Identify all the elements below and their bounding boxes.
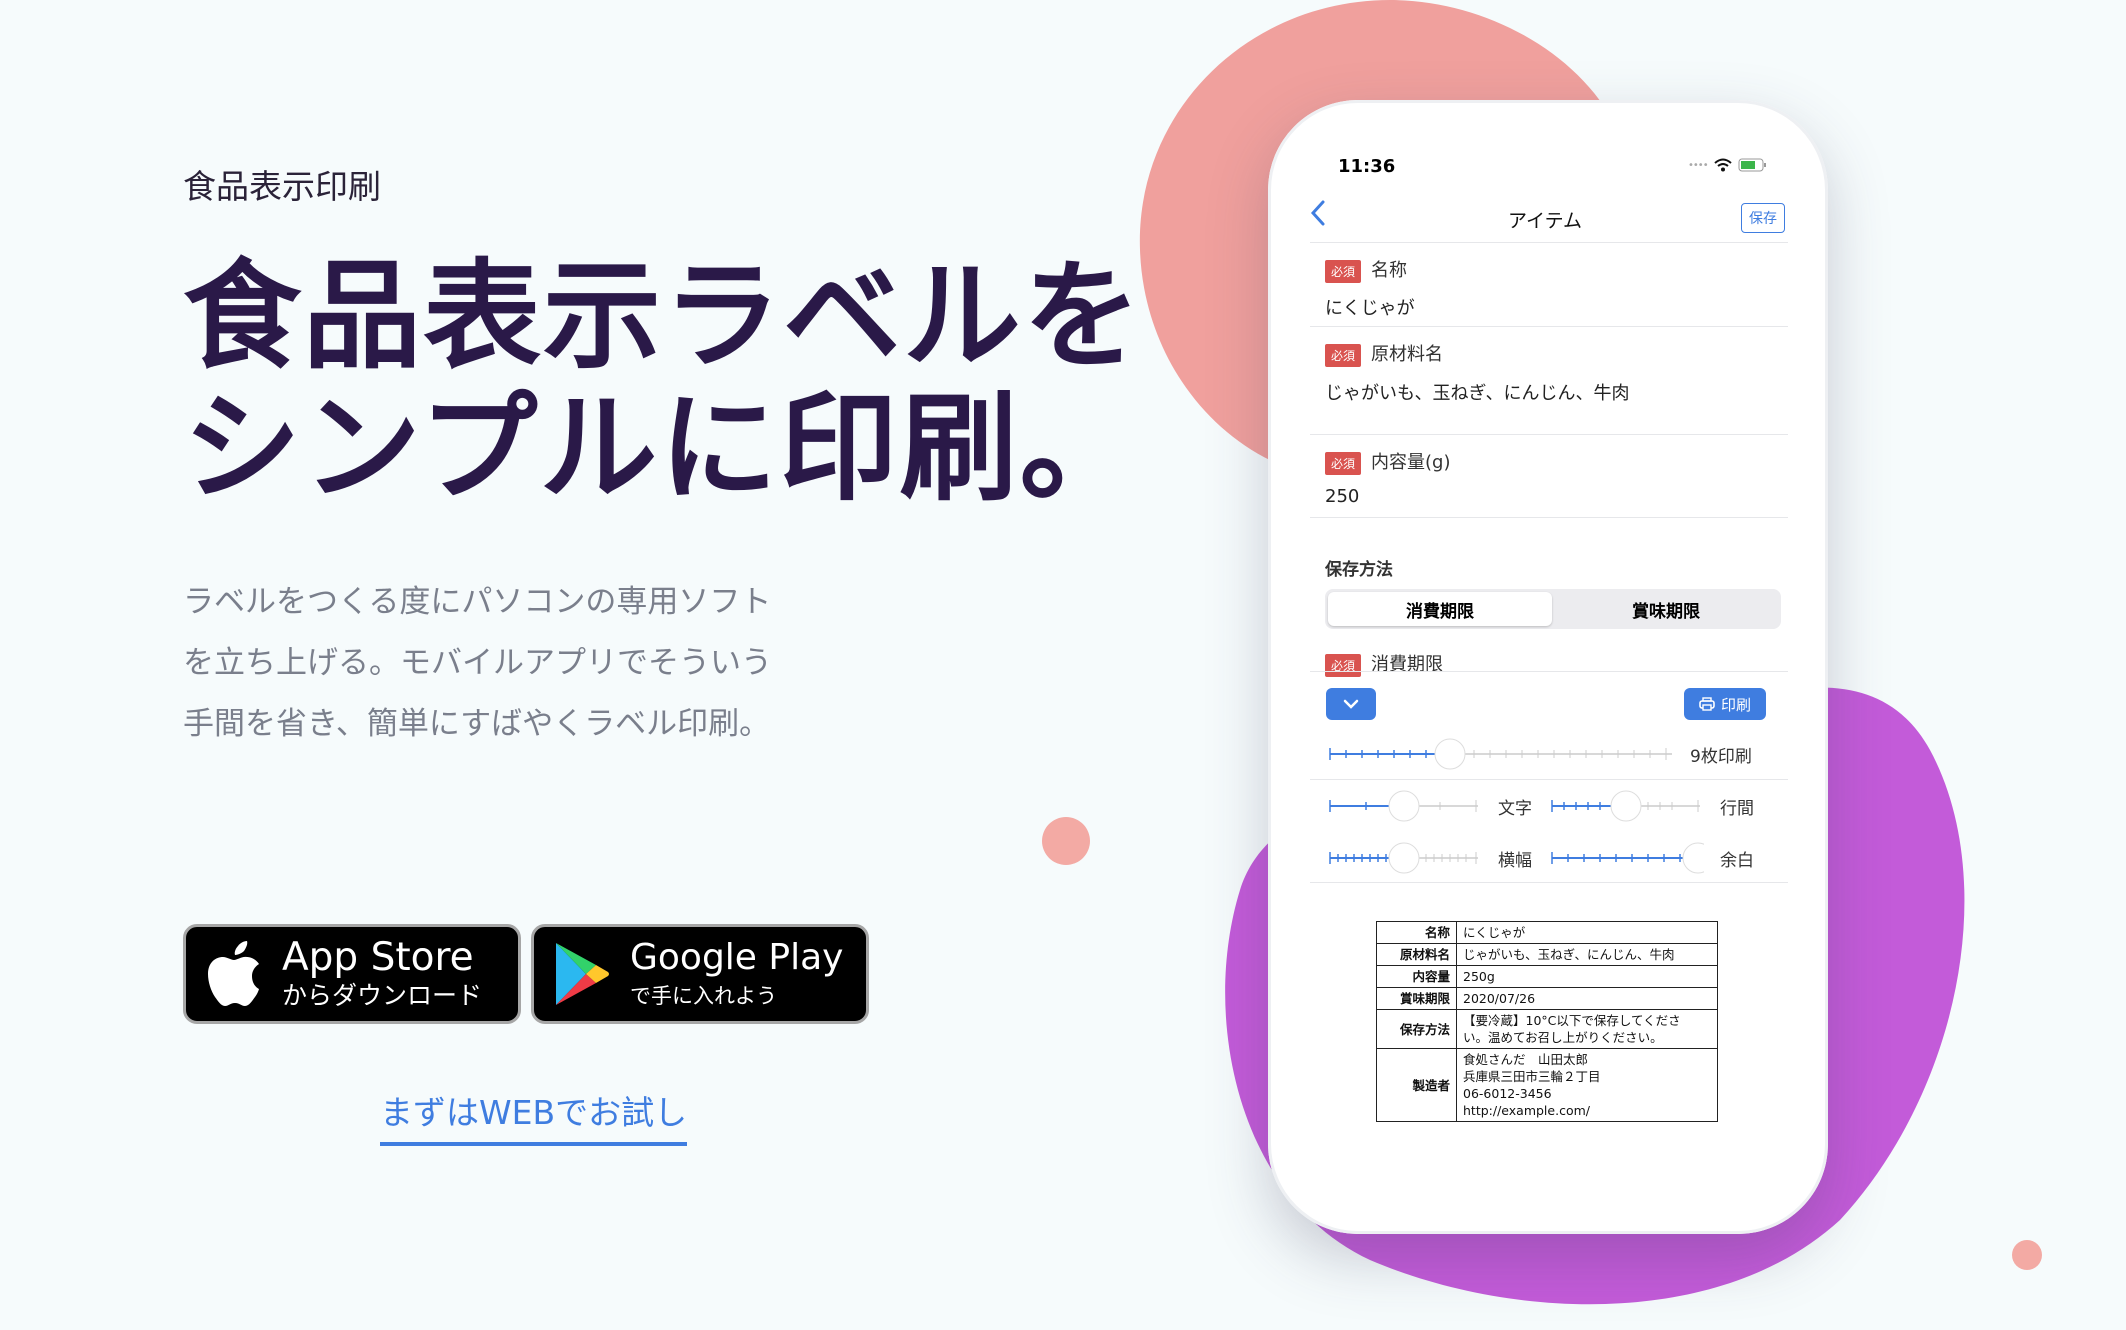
- app-store-title: App Store: [282, 935, 474, 980]
- text-size-slider[interactable]: [1326, 788, 1482, 824]
- wifi-icon: [1713, 158, 1732, 172]
- label-key: 製造者: [1376, 1048, 1457, 1122]
- margin-slider[interactable]: [1548, 840, 1704, 876]
- google-play-button[interactable]: Google Play で手に入れよう: [531, 924, 869, 1024]
- save-button[interactable]: 保存: [1741, 203, 1785, 233]
- label-value: 2020/07/26: [1456, 987, 1718, 1010]
- required-badge: 必須: [1325, 653, 1362, 677]
- label-row: 保存方法 【要冷蔵】10°C以下で保存してくださ い。温めてお召し上がりください。: [1376, 1009, 1718, 1049]
- label-value-line: 2020/07/26: [1463, 991, 1536, 1006]
- field-divider: [1310, 434, 1788, 435]
- label-row: 賞味期限 2020/07/26: [1376, 987, 1718, 1010]
- label-value-line: http://example.com/: [1463, 1103, 1590, 1118]
- pink-dot-corner: [2012, 1240, 2042, 1270]
- label-value-line: にくじゃが: [1463, 925, 1526, 940]
- field-divider: [1310, 517, 1788, 518]
- label-key: 賞味期限: [1376, 987, 1457, 1010]
- label-value-line: 250g: [1463, 969, 1495, 984]
- label-key: 名称: [1376, 921, 1457, 944]
- nav-title: アイテム: [1507, 210, 1583, 232]
- segment-consume-by[interactable]: 消費期限: [1328, 592, 1552, 626]
- status-icons: ••••: [1688, 158, 1768, 172]
- label-preview-table: 名称 にくじゃが 原材料名 じゃがいも、玉ねぎ、にんじん、牛肉 内容量 250g 賞味期限 2…: [1376, 921, 1718, 1122]
- label-row: 内容量 250g: [1376, 965, 1718, 988]
- expiry-type-segment[interactable]: 消費期限 賞味期限: [1325, 589, 1781, 629]
- width-label: 横幅: [1498, 851, 1532, 871]
- slider-divider: [1310, 779, 1788, 780]
- label-key: 内容量: [1376, 965, 1457, 988]
- google-play-subtitle: で手に入れよう: [630, 984, 777, 1008]
- google-play-title: Google Play: [630, 937, 844, 978]
- storage-label: 保存方法: [1325, 560, 1393, 580]
- content-field-value[interactable]: 250: [1325, 486, 1359, 507]
- label-value-line: 【要冷蔵】10°C以下で保存してくださ: [1463, 1013, 1681, 1028]
- line-spacing-label: 行間: [1720, 799, 1754, 819]
- required-badge: 必須: [1325, 451, 1362, 475]
- hero-eyebrow: 食品表示印刷: [183, 167, 381, 206]
- label-value: 【要冷蔵】10°C以下で保存してくださ い。温めてお召し上がりください。: [1456, 1009, 1718, 1049]
- app-store-button[interactable]: App Store からダウンロード: [183, 924, 521, 1024]
- ingredients-field-value[interactable]: じゃがいも、玉ねぎ、にんじん、牛肉: [1325, 379, 1630, 405]
- print-button[interactable]: 印刷: [1684, 688, 1766, 720]
- ingredients-field-label: 必須 原材料名: [1325, 340, 1443, 367]
- label-key: 原材料名: [1376, 943, 1457, 966]
- label-value: 250g: [1456, 965, 1718, 988]
- field-divider: [1310, 671, 1788, 672]
- margin-label: 余白: [1720, 851, 1754, 871]
- battery-icon: [1738, 158, 1766, 172]
- slider-divider: [1310, 882, 1788, 883]
- collapse-button[interactable]: [1326, 688, 1376, 720]
- label-value-line: じゃがいも、玉ねぎ、にんじん、牛肉: [1463, 947, 1675, 962]
- apple-logo-icon: [186, 927, 282, 1021]
- label-row: 原材料名 じゃがいも、玉ねぎ、にんじん、牛肉: [1376, 943, 1718, 966]
- segment-best-before[interactable]: 賞味期限: [1554, 592, 1778, 626]
- print-count-label: 9枚印刷: [1690, 747, 1752, 767]
- google-play-logo-icon: [534, 927, 630, 1021]
- label-row: 製造者 食処さんだ 山田太郎 兵庫県三田市三輪２丁目 06-6012-3456 http…: [1376, 1048, 1718, 1122]
- printer-icon: [1699, 697, 1715, 711]
- text-size-label: 文字: [1498, 799, 1532, 819]
- field-divider: [1310, 326, 1788, 327]
- hero-title: 食品表示ラベルを シンプルに印刷。: [183, 247, 1144, 517]
- print-count-slider[interactable]: [1326, 736, 1676, 772]
- content-field-label: 必須 内容量(g): [1325, 448, 1451, 475]
- width-slider[interactable]: [1326, 840, 1482, 876]
- label-key: 保存方法: [1376, 1009, 1457, 1049]
- label-row: 名称 にくじゃが: [1376, 921, 1718, 944]
- print-button-label: 印刷: [1720, 695, 1751, 714]
- nav-divider: [1310, 242, 1788, 243]
- line-spacing-slider[interactable]: [1548, 788, 1704, 824]
- back-chevron-icon[interactable]: [1308, 198, 1328, 232]
- pink-dot-small: [1042, 817, 1090, 865]
- status-time: 11:36: [1338, 156, 1396, 177]
- label-value: 食処さんだ 山田太郎 兵庫県三田市三輪２丁目 06-6012-3456 http://…: [1456, 1048, 1718, 1122]
- name-field-value[interactable]: にくじゃが: [1325, 294, 1415, 320]
- app-store-subtitle: からダウンロード: [282, 981, 483, 1010]
- chevron-down-icon: [1343, 699, 1359, 709]
- required-badge: 必須: [1325, 259, 1362, 283]
- signal-icon: ••••: [1688, 159, 1709, 171]
- expiry-field-label: 必須 消費期限: [1325, 650, 1443, 677]
- name-field-label: 必須 名称: [1325, 256, 1407, 283]
- required-badge: 必須: [1325, 343, 1362, 367]
- label-value: じゃがいも、玉ねぎ、にんじん、牛肉: [1456, 943, 1718, 966]
- try-web-link[interactable]: まずはWEBでお試し: [380, 1086, 688, 1146]
- label-value-line: 06-6012-3456: [1463, 1086, 1552, 1101]
- label-value-line: 兵庫県三田市三輪２丁目: [1463, 1069, 1601, 1084]
- label-value: にくじゃが: [1456, 921, 1718, 944]
- hero-description: ラベルをつくる度にパソコンの専用ソフトを立ち上げる。モバイルアプリでそういう手間…: [183, 584, 772, 742]
- label-value-line: 食処さんだ 山田太郎: [1463, 1052, 1589, 1067]
- label-value-line: い。温めてお召し上がりください。: [1463, 1030, 1663, 1045]
